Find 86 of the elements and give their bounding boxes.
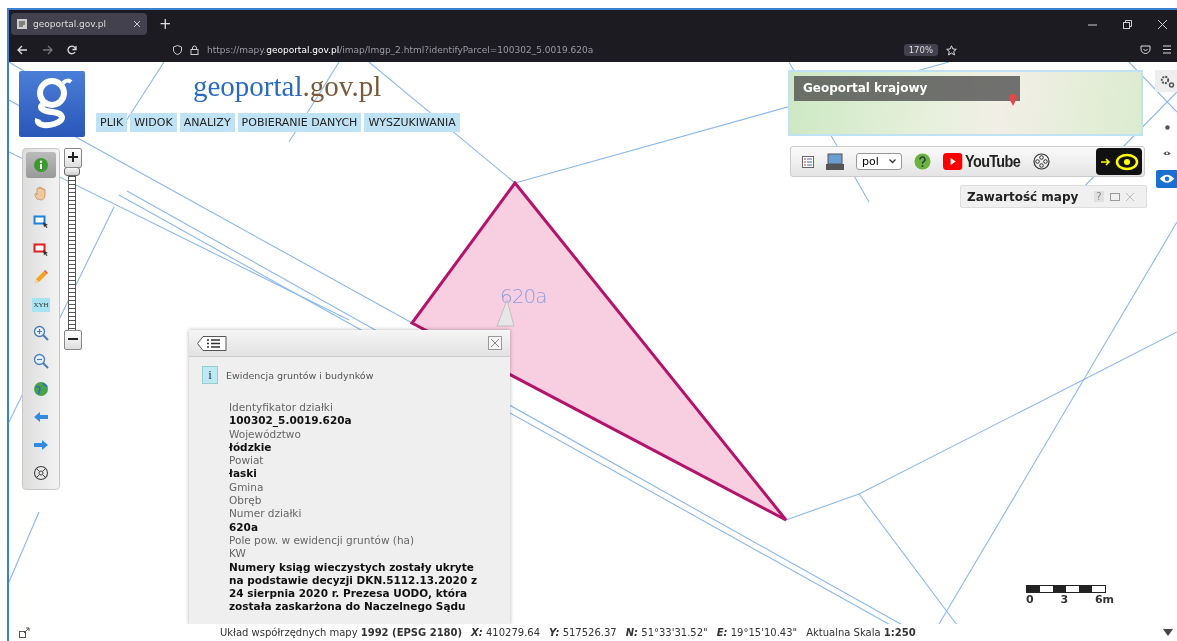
field-label: Obręb: [229, 494, 263, 508]
plus-icon: [68, 152, 78, 162]
field-label: Identyfikator działki: [229, 401, 334, 415]
zoom-in-button[interactable]: [64, 148, 82, 168]
zoom-out-icon: [33, 353, 49, 369]
panel-title: Zawartość mapy: [967, 189, 1079, 204]
eye-icon: [1099, 152, 1139, 171]
favicon-icon: [17, 19, 27, 29]
star-icon[interactable]: [946, 44, 957, 56]
menu-item[interactable]: PLIK: [96, 113, 128, 132]
back-arrow-icon[interactable]: [17, 45, 28, 55]
field-value: łódzkie: [229, 440, 273, 455]
close-icon[interactable]: [1158, 19, 1167, 29]
scale-label: 3: [1060, 593, 1069, 606]
status-text: Y: 517526.37: [549, 627, 617, 638]
zoom-in-icon: [33, 325, 49, 341]
overview-map[interactable]: Geoportal krajowy: [788, 70, 1143, 136]
new-tab-button[interactable]: +: [153, 15, 178, 33]
menu-item[interactable]: WYSZUKIWANIA: [364, 113, 460, 132]
tab-title: geoportal.gov.pl: [33, 19, 107, 29]
parcel-number-label: 620a: [500, 284, 547, 308]
lock-icon: [190, 45, 199, 55]
dot-icon: [1164, 124, 1170, 130]
menu-item[interactable]: ANALIZY: [179, 113, 235, 132]
forward-arrow-icon[interactable]: [42, 45, 53, 55]
caret-down-icon[interactable]: [1163, 629, 1173, 636]
film-reel-icon[interactable]: [1033, 153, 1051, 170]
field-label: Gmina: [229, 480, 265, 495]
view-mode-button[interactable]: [1156, 170, 1177, 188]
right-arrow-icon: [33, 437, 49, 453]
field-label: Numer działki: [229, 507, 303, 521]
eye-icon: [1159, 174, 1175, 184]
field-label: Pole pow. w ewidencji gruntów (ha): [229, 533, 416, 548]
crosshair-icon: [33, 465, 49, 481]
location-pin-icon: [1008, 92, 1018, 106]
chevron-down-icon: [888, 159, 896, 164]
language-select[interactable]: pol: [856, 153, 902, 170]
youtube-link[interactable]: YouTube: [942, 151, 1020, 172]
browser-tab[interactable]: geoportal.gov.pl: [11, 13, 147, 35]
status-text: N: 51°33'31.52": [625, 627, 708, 638]
settings-button[interactable]: [1155, 70, 1177, 92]
pencil-icon: [33, 269, 49, 285]
url-text: https://mapy.geoportal.gov.pl/imap/Imgp_2.html?identifyParcel=100302_5.0019.620a: [207, 45, 594, 55]
close-tab-icon[interactable]: [133, 20, 141, 28]
settings-icon: [1159, 74, 1175, 88]
menu-item[interactable]: POBIERANIE DANYCH: [237, 113, 362, 132]
scale-label: 0: [1026, 593, 1034, 606]
scale-label: 6m: [1094, 593, 1114, 606]
field-value: łaski: [229, 467, 258, 481]
field-value: 100302_5.0019.620a: [229, 414, 353, 428]
info-icon: i: [202, 366, 218, 384]
play-icon: [942, 153, 963, 170]
status-text: X: 410279.64: [471, 627, 541, 638]
overview-title: Geoportal krajowy: [794, 76, 1020, 101]
selected-parcel[interactable]: [409, 180, 788, 522]
rectangle-select-icon: [33, 213, 49, 229]
field-label: KW: [229, 547, 247, 561]
zoom-out-button[interactable]: [64, 330, 82, 350]
pocket-icon[interactable]: [1140, 45, 1151, 55]
info-icon: [33, 157, 49, 173]
hand-icon: [33, 185, 49, 201]
left-arrow-icon: [33, 409, 49, 425]
eye-icon: [1163, 150, 1171, 156]
status-text: Aktualna Skala 1:250: [806, 627, 916, 638]
field-label: Powiat: [229, 454, 265, 468]
high-contrast-button[interactable]: [1096, 148, 1142, 175]
reload-icon[interactable]: [67, 45, 77, 55]
globe-icon: [33, 381, 49, 397]
menu-item[interactable]: WIDOK: [130, 113, 177, 132]
site-title: geoportal.gov.pl: [193, 70, 382, 103]
help-icon[interactable]: [913, 153, 931, 170]
rectangle-select-icon: [33, 241, 49, 257]
layer-title: Ewidencja gruntów i budynków: [226, 369, 374, 381]
field-value: 620a: [229, 520, 259, 534]
list-icon[interactable]: [197, 335, 227, 351]
logo[interactable]: [19, 71, 85, 137]
shield-icon: [173, 45, 182, 55]
status-text: E: 19°15'10.43": [716, 627, 798, 638]
menu-icon[interactable]: [1163, 45, 1171, 54]
status-text: Układ współrzędnych mapy 1992 (EPSG 2180): [220, 627, 463, 638]
corner-resize-icon[interactable]: [19, 627, 30, 638]
field-label: Województwo: [229, 427, 302, 441]
field-value: Numery ksiąg wieczystych zostały ukryte na podstawie decyzji DKN.5112.13.2020 z 24 sierpnia 2020 r. Prezesa UODO, która została zaskarżona do Naczelnego Sądu: [229, 560, 478, 614]
zoom-level-badge[interactable]: 170%: [903, 44, 938, 56]
legend-icon[interactable]: [802, 155, 814, 168]
restore-icon[interactable]: [1123, 19, 1132, 29]
